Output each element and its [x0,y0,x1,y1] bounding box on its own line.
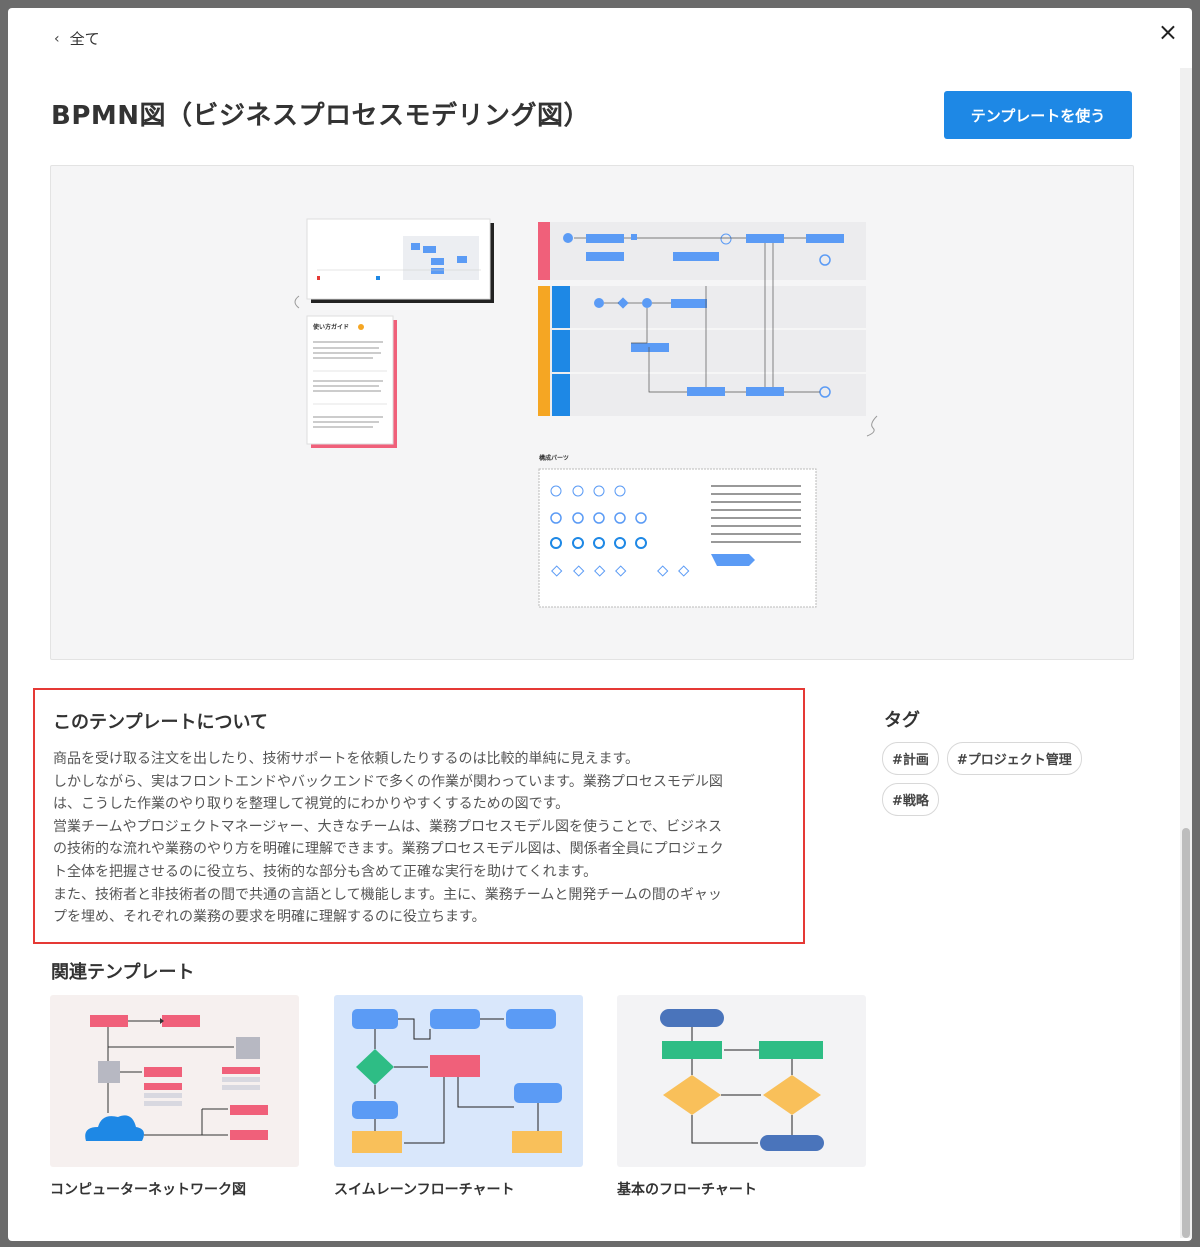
bpmn-parts-panel: 構成パーツ [538,454,817,608]
swimlane-flowchart-thumbnail [334,995,583,1167]
close-button[interactable]: × [1158,20,1178,44]
about-line: 商品を受け取る注文を出したり、技術サポートを依頼したりするのは比較的単純に見えま… [53,751,640,767]
related-card-label: コンピューターネットワーク図 [50,1182,246,1198]
bpmn-swimlane-diagram [538,222,866,416]
related-card-label: スイムレーンフローチャート [334,1182,515,1198]
scrollbar-thumb[interactable] [1182,828,1190,1238]
related-card-swimlane[interactable]: スイムレーンフローチャート [334,995,583,1199]
template-modal: ‹ 全て × BPMN図（ビジネスプロセスモデリング図） テンプレートを使う 使… [8,8,1192,1241]
preview-canvas: 使い方ガイド 構成パーツ [294,218,878,608]
related-card-network[interactable]: コンピューターネットワーク図 [50,995,299,1199]
tags-heading: タグ [884,710,920,731]
tag-list: #計画 #プロジェクト管理 #戦略 [882,742,1102,816]
chevron-left-icon: ‹ [54,30,60,47]
tag-strategy[interactable]: #戦略 [882,783,939,816]
about-heading: このテンプレートについて [53,712,268,733]
about-line: ト全体を把握させるのに役立ち、技術的な部分も含めて正確な実行を助けてくれます。 [53,863,598,880]
about-line: また、技術者と非技術者の間で共通の言語として機能します。主に、業務チームと開発チ… [53,886,722,903]
parts-title: 構成パーツ [539,454,569,462]
close-icon: × [1157,18,1178,46]
related-card-label: 基本のフローチャート [617,1182,757,1198]
about-line: プを埋め、それぞれの業務の要求を明確に理解するのに役立ちます。 [53,909,486,926]
template-preview: 使い方ガイド 構成パーツ [50,165,1134,660]
about-line: 営業チームやプロジェクトマネージャー、大きなチームは、業務プロセスモデル図を使う… [53,818,723,835]
use-template-button[interactable]: テンプレートを使う [944,91,1132,139]
back-label: 全て [69,30,100,48]
intro-card [306,218,494,303]
tag-plan[interactable]: #計画 [882,742,939,775]
related-heading: 関連テンプレート [51,962,195,983]
about-line: の技術的な流れや業務のやり方を明確に理解できます。業務プロセスモデル図は、関係者… [53,841,724,858]
network-diagram-thumbnail [50,995,299,1167]
about-line: しかしながら、実はフロントエンドやバックエンドで多くの作業が関わっています。業務… [53,773,723,790]
page-title: BPMN図（ビジネスプロセスモデリング図） [51,101,591,131]
about-section: このテンプレートについて 商品を受け取る注文を出したり、技術サポートを依頼したり… [33,688,805,944]
guide-card: 使い方ガイド [306,315,397,448]
about-description: 商品を受け取る注文を出したり、技術サポートを依頼したりするのは比較的単純に見えま… [53,748,785,929]
about-line: は、こうした作業のやり取りを整理して視覚的にわかりやすくするための図です。 [53,796,570,813]
back-link[interactable]: ‹ 全て [54,28,100,49]
guide-title: 使い方ガイド [312,323,349,331]
tag-project-management[interactable]: #プロジェクト管理 [946,742,1082,775]
related-card-basic-flowchart[interactable]: 基本のフローチャート [617,995,866,1199]
basic-flowchart-thumbnail [617,995,866,1167]
